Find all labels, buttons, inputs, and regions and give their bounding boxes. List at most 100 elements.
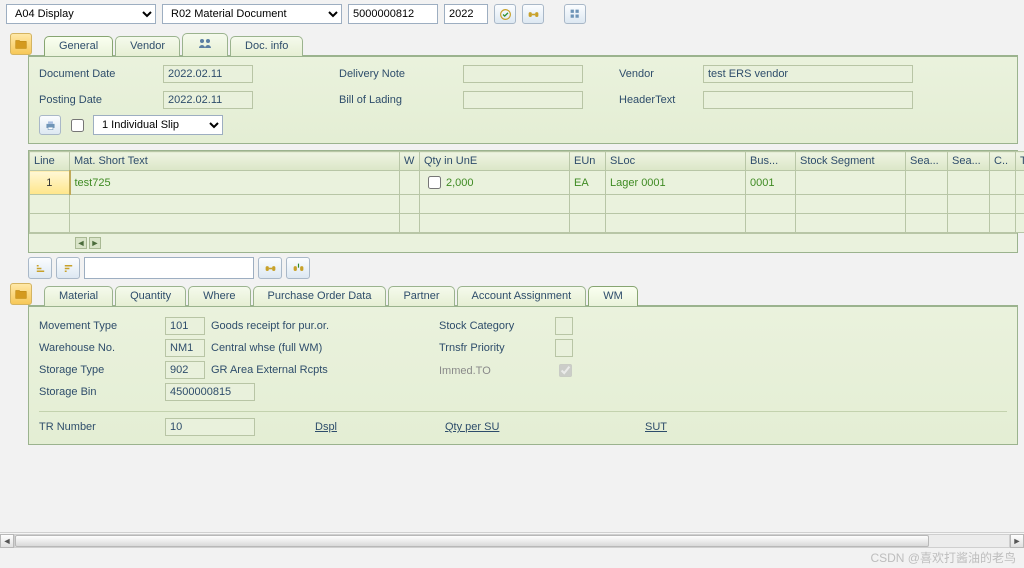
row-qty-check[interactable] [428,176,441,189]
scrollbar-thumb[interactable] [15,535,929,547]
col-th[interactable]: Th... [1016,152,1024,171]
slip-mode-select[interactable]: 1 Individual Slip [93,115,223,135]
vendor-label: Vendor [619,68,699,80]
sut-label[interactable]: SUT [645,421,765,433]
header-panel: Document Date 2022.02.11 Posting Date 20… [28,57,1018,144]
sort-asc-button[interactable] [28,257,52,279]
row-qty: 2,000 [420,171,570,195]
tab-general[interactable]: General [44,36,113,56]
tab-wm[interactable]: WM [588,286,638,306]
row-c [990,171,1016,195]
row-qty-value: 2,000 [446,177,474,189]
tab-where[interactable]: Where [188,286,250,306]
col-sea2[interactable]: Sea... [948,152,990,171]
sort-desc-icon [62,262,75,275]
col-sea1[interactable]: Sea... [906,152,948,171]
col-mat-short-text[interactable]: Mat. Short Text [70,152,400,171]
tab-po-data-label: Purchase Order Data [268,290,372,302]
overview-button[interactable] [564,4,586,24]
detail-collapse-button[interactable] [10,283,32,305]
row-sea2 [948,171,990,195]
table-row [30,195,1024,214]
row-stock-segment [796,171,906,195]
header-tabstrip: General Vendor Doc. info [44,32,305,55]
scroll-right-button[interactable]: ► [89,237,101,249]
scroll-left-icon[interactable]: ◄ [0,534,14,548]
posting-date-label: Posting Date [39,94,159,106]
tab-vendor-label: Vendor [130,40,165,52]
row-th [1016,171,1024,195]
execute-button[interactable] [494,4,516,24]
col-sloc[interactable]: SLoc [606,152,746,171]
storage-type-code: 902 [165,361,205,379]
items-hscroll: ◄ ► [29,233,1017,252]
detail-tabstrip: Material Quantity Where Purchase Order D… [44,285,640,305]
table-row[interactable]: 1 test725 2,000 EA Lager 0001 0001 [30,171,1024,195]
header-tabstrip-row: General Vendor Doc. info [0,32,1024,55]
document-date-value: 2022.02.11 [163,65,253,83]
grid-icon [569,8,582,21]
tab-material-label: Material [59,290,98,302]
scrollbar-track[interactable] [14,534,1010,548]
printer-icon [44,119,57,132]
tab-quantity[interactable]: Quantity [115,286,186,306]
dspl-label[interactable]: Dspl [315,421,435,433]
row-line[interactable]: 1 [30,171,70,195]
col-eun[interactable]: EUn [570,152,606,171]
binoculars-icon [527,8,540,21]
header-collapse-button[interactable] [10,33,32,55]
binoculars-next-icon [292,262,305,275]
scroll-right-icon[interactable]: ► [1010,534,1024,548]
year-input[interactable] [444,4,488,24]
headertext-label: HeaderText [619,94,699,106]
qty-per-su-label[interactable]: Qty per SU [445,421,565,433]
col-qty[interactable]: Qty in UnE [420,152,570,171]
sort-desc-button[interactable] [56,257,80,279]
tab-contacts[interactable] [182,33,228,56]
col-w[interactable]: W [400,152,420,171]
table-row [30,214,1024,233]
print-button[interactable] [39,115,61,135]
find-button[interactable] [522,4,544,24]
tab-material[interactable]: Material [44,286,113,306]
col-stock-segment[interactable]: Stock Segment [796,152,906,171]
trnsfr-priority-label: Trnsfr Priority [439,342,549,354]
detail-tabstrip-row: Material Quantity Where Purchase Order D… [0,283,1024,305]
posting-date-value: 2022.02.11 [163,91,253,109]
immed-to-checkbox [559,364,572,377]
page-hscrollbar[interactable]: ◄ ► [0,532,1024,548]
warehouse-no-text: Central whse (full WM) [211,342,331,354]
watermark: CSDN @喜欢打酱油的老鸟 [870,549,1016,566]
tab-partner[interactable]: Partner [388,286,454,306]
tab-docinfo-label: Doc. info [245,40,288,52]
col-c[interactable]: C.. [990,152,1016,171]
trnsfr-priority-value [555,339,573,357]
tab-po-data[interactable]: Purchase Order Data [253,286,387,306]
transaction-select[interactable]: A04 Display [6,4,156,24]
refdoc-select[interactable]: R02 Material Document [162,4,342,24]
print-checkbox[interactable] [71,119,84,132]
storage-bin-label: Storage Bin [39,386,159,398]
items-search-input[interactable] [84,257,254,279]
storage-type-text: GR Area External Rcpts [211,364,331,376]
sort-asc-icon [34,262,47,275]
movement-type-label: Movement Type [39,320,159,332]
tab-vendor[interactable]: Vendor [115,36,180,56]
tab-docinfo[interactable]: Doc. info [230,36,303,56]
scroll-left-button[interactable]: ◄ [75,237,87,249]
tab-acct-assign[interactable]: Account Assignment [457,286,587,306]
movement-type-text: Goods receipt for pur.or. [211,320,331,332]
tab-wm-label: WM [603,290,623,302]
header-mini-toolbar: 1 Individual Slip [39,115,1007,135]
people-icon [197,37,213,52]
find-next-button[interactable] [286,257,310,279]
col-bus[interactable]: Bus... [746,152,796,171]
find-in-items-button[interactable] [258,257,282,279]
tab-acct-assign-label: Account Assignment [472,290,572,302]
col-line[interactable]: Line [30,152,70,171]
tr-number-label: TR Number [39,421,159,433]
row-eun: EA [570,171,606,195]
folder-icon [14,37,28,51]
headertext-value [703,91,913,109]
doc-number-input[interactable] [348,4,438,24]
